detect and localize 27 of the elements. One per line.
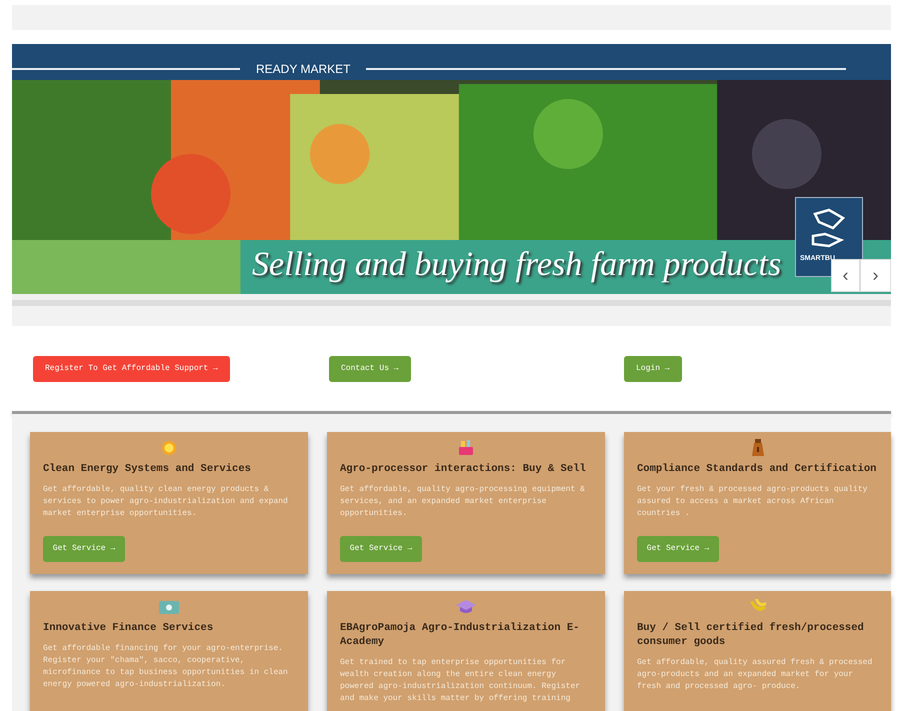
action-button[interactable]: Contact Us → (329, 356, 411, 382)
basket-icon (458, 440, 474, 456)
action-button[interactable]: Register To Get Affordable Support → (33, 356, 230, 382)
service-description: Get affordable, quality assured fresh & processed agro-products and an expanded market for your fresh and processed agro- produce. (637, 657, 874, 693)
graduation-cap-icon (456, 599, 476, 615)
service-description: Get affordable, quality agro-processing equipment & services, and an expanded market enterprise opportunities. (340, 484, 586, 520)
sun-icon (161, 440, 177, 456)
action-button[interactable]: Login → (624, 356, 682, 382)
get-service-button[interactable]: Get Service → (43, 536, 125, 562)
sack-icon (750, 439, 764, 457)
service-description: Get your fresh & processed agro-products quality assured to access a market across African countries . (637, 484, 868, 520)
service-title: Innovative Finance Services (43, 621, 214, 635)
service-description: Get trained to tap enterprise opportunities for wealth creation along the entire clean energy powered agro-industrialization continuum. Register and make your skills matter by offering training (340, 657, 582, 705)
next-slide-button[interactable]: › (860, 259, 891, 292)
get-service-button[interactable]: Get Service → (340, 536, 422, 562)
service-title: Compliance Standards and Certification (637, 462, 878, 476)
banknote-icon (159, 599, 179, 615)
service-title: Agro-processor interactions: Buy & Sell (340, 462, 587, 476)
get-service-button[interactable]: Get Service → (637, 536, 719, 562)
previous-slide-button[interactable]: ‹ (831, 259, 860, 292)
service-title: EBAgroPamoja Agro-Industrialization E-Academy (340, 621, 580, 649)
banner-headline: Selling and buying fresh farm products (252, 244, 782, 284)
service-description: Get affordable financing for your agro-enterprise. Register your "chama", sacco, cooperative, microfinance to tap business opportunities in clean energy powered agro-industrialization. (43, 643, 289, 691)
service-description: Get affordable, quality clean energy products & services to power agro-industrialization and expand market enterprise opportunities. (43, 484, 289, 520)
banner-label: READY MARKET (256, 61, 350, 78)
service-title: Clean Energy Systems and Services (43, 462, 252, 476)
service-title: Buy / Sell certified fresh/processed consumer goods (637, 621, 865, 649)
